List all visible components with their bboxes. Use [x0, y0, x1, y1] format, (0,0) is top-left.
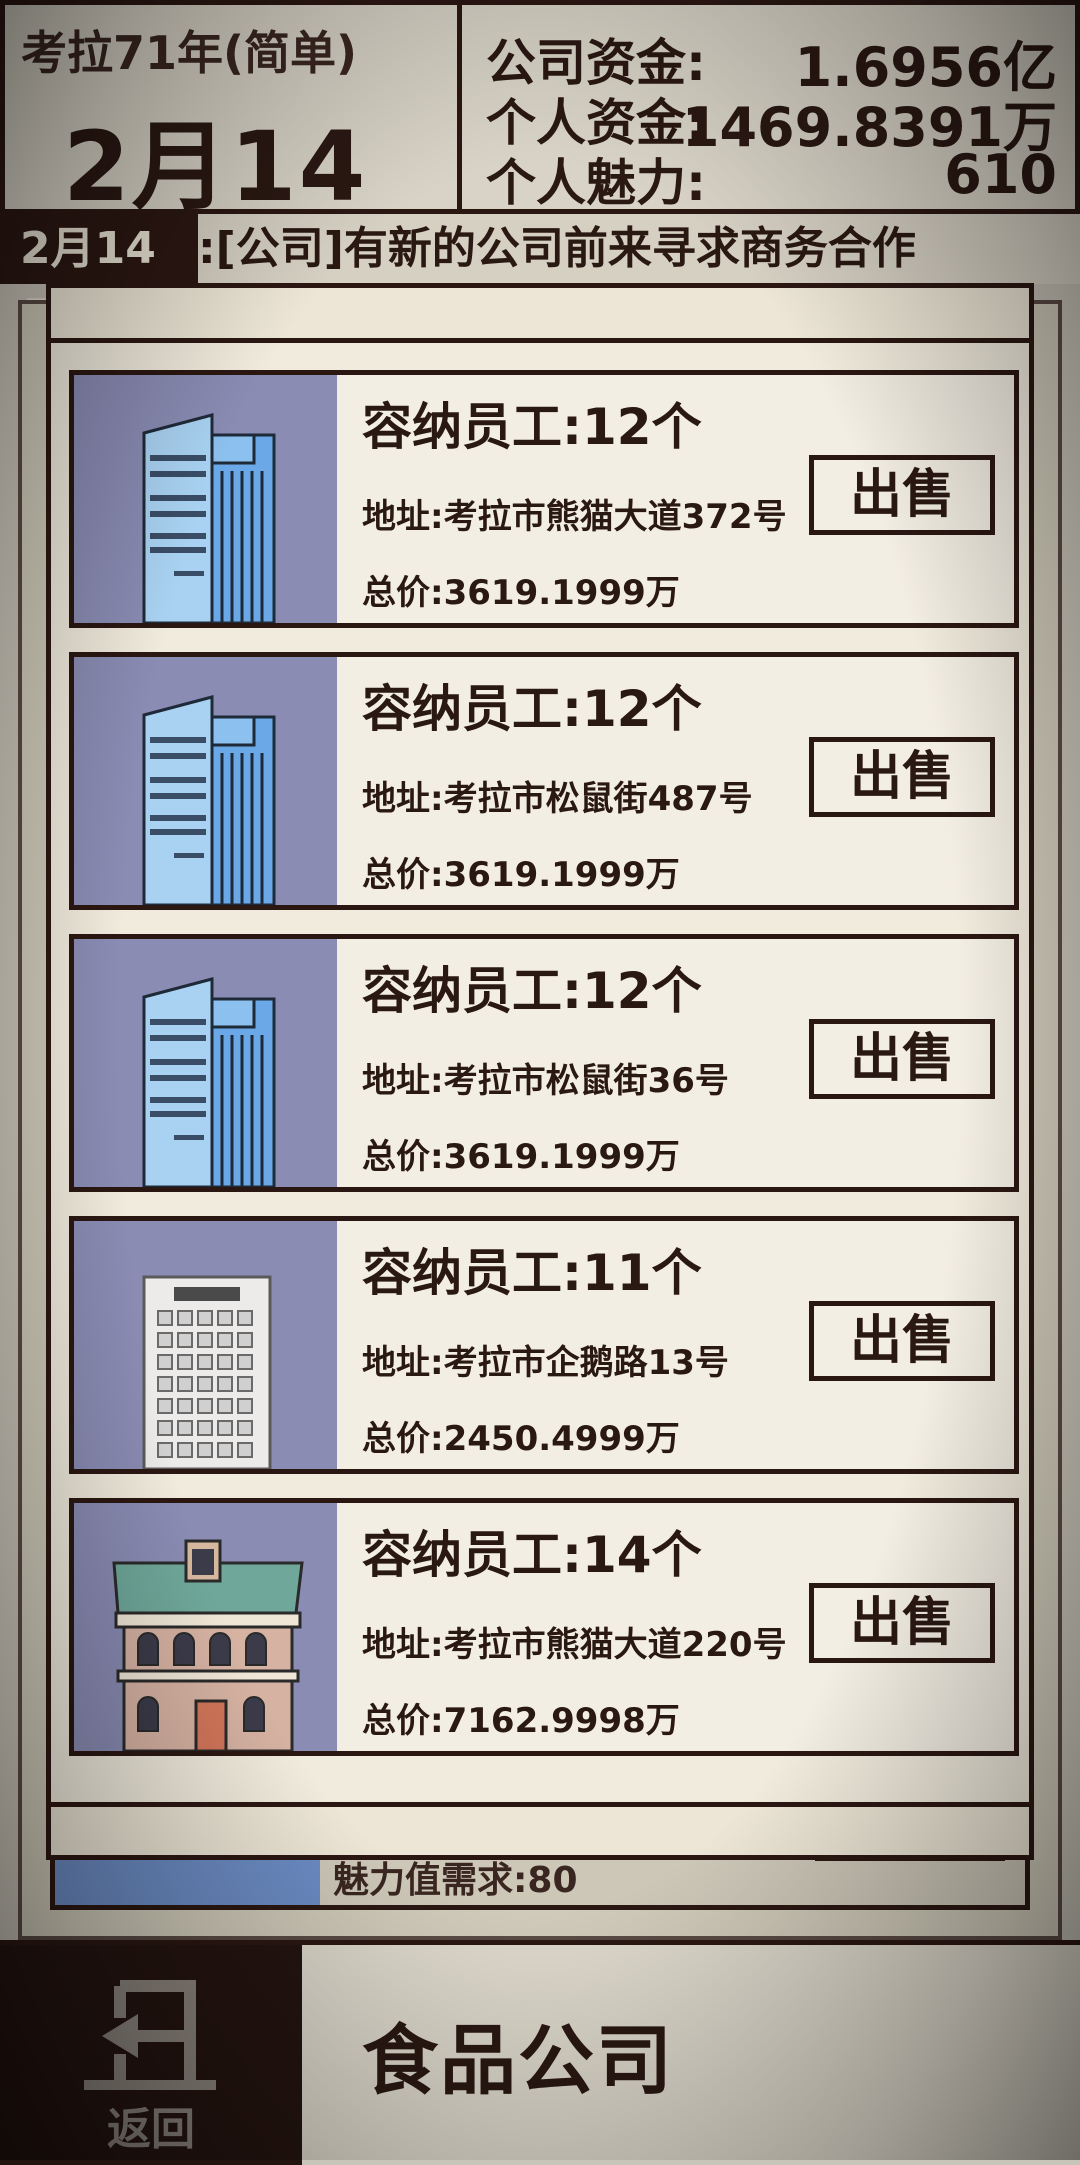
building-thumbnail — [74, 1503, 337, 1751]
property-price: 总价:3619.1999万 — [362, 1137, 680, 1177]
ticker-date: 2月14日 — [0, 214, 198, 344]
employee-capacity: 容纳员工:11个 — [362, 1244, 702, 1302]
company-name: 食品公司 — [362, 2016, 674, 2105]
property-price: 总价:3619.1999万 — [362, 855, 680, 895]
sell-button[interactable]: 出售 — [809, 737, 995, 817]
news-ticker: 2月14日 :[公司]有新的公司前来寻求商务合作 — [0, 214, 1080, 344]
building-thumbnail — [74, 657, 337, 905]
property-address: 地址:考拉市松鼠街487号 — [362, 779, 753, 819]
property-address: 地址:考拉市熊猫大道220号 — [362, 1625, 787, 1665]
white-office-tower-icon — [142, 1275, 272, 1469]
bottom-bar: 返回 食品公司 — [0, 1940, 1080, 2165]
property-address: 地址:考拉市熊猫大道372号 — [362, 497, 787, 537]
property-card: 容纳员工:14个 地址:考拉市熊猫大道220号 总价:7162.9998万 出售 — [69, 1498, 1019, 1756]
property-address: 地址:考拉市企鹅路13号 — [362, 1343, 729, 1383]
company-funds: 公司资金: 1.6956亿 — [486, 34, 1057, 99]
personal-charm: 个人魅力: 610 — [486, 143, 1057, 212]
property-price: 总价:3619.1999万 — [362, 573, 680, 613]
property-popup: 容纳员工:12个 地址:考拉市熊猫大道372号 总价:3619.1999万 出售 — [46, 283, 1034, 1860]
property-list: 容纳员工:12个 地址:考拉市熊猫大道372号 总价:3619.1999万 出售 — [69, 370, 1019, 1780]
green-roof-house-icon — [112, 1539, 304, 1751]
sell-button[interactable]: 出售 — [809, 1583, 995, 1663]
back-button[interactable]: 返回 — [0, 1945, 302, 2165]
property-card: 容纳员工:12个 地址:考拉市松鼠街487号 总价:3619.1999万 出售 — [69, 652, 1019, 910]
employee-capacity: 容纳员工:12个 — [362, 962, 702, 1020]
save-label: 考拉71年(简单) — [21, 26, 358, 80]
tall-glass-tower-icon — [142, 977, 276, 1187]
sell-button[interactable]: 出售 — [809, 455, 995, 535]
tall-glass-tower-icon — [142, 695, 276, 905]
property-card: 容纳员工:11个 地址:考拉市企鹅路13号 总价:2450.4999万 出售 — [69, 1216, 1019, 1474]
funds-panel: 公司资金: 1.6956亿 个人资金: 1469.8391万 个人魅力: 610 — [462, 0, 1080, 214]
personal-funds: 个人资金: 1469.8391万 — [486, 94, 1057, 159]
exit-door-icon — [84, 1980, 216, 2090]
building-thumbnail — [74, 1221, 337, 1469]
property-card: 容纳员工:12个 地址:考拉市松鼠街36号 总价:3619.1999万 出售 — [69, 934, 1019, 1192]
sell-button[interactable]: 出售 — [809, 1019, 995, 1099]
building-thumbnail — [74, 939, 337, 1187]
popup-top-bar — [51, 288, 1029, 343]
date-panel: 考拉71年(简单) 2月14日 — [0, 0, 462, 362]
property-card: 容纳员工:12个 地址:考拉市熊猫大道372号 总价:3619.1999万 出售 — [69, 370, 1019, 628]
employee-capacity: 容纳员工:12个 — [362, 398, 702, 456]
ticker-message: :[公司]有新的公司前来寻求商务合作 — [198, 223, 916, 274]
employee-capacity: 容纳员工:14个 — [362, 1526, 702, 1584]
sell-button[interactable]: 出售 — [809, 1301, 995, 1381]
property-price: 总价:7162.9998万 — [362, 1701, 680, 1741]
employee-capacity: 容纳员工:12个 — [362, 680, 702, 738]
back-label: 返回 — [107, 2104, 195, 2155]
property-price: 总价:2450.4999万 — [362, 1419, 680, 1459]
tall-glass-tower-icon — [142, 413, 276, 623]
popup-bottom-bar — [51, 1802, 1029, 1855]
building-thumbnail — [74, 375, 337, 623]
property-address: 地址:考拉市松鼠街36号 — [362, 1061, 729, 1101]
